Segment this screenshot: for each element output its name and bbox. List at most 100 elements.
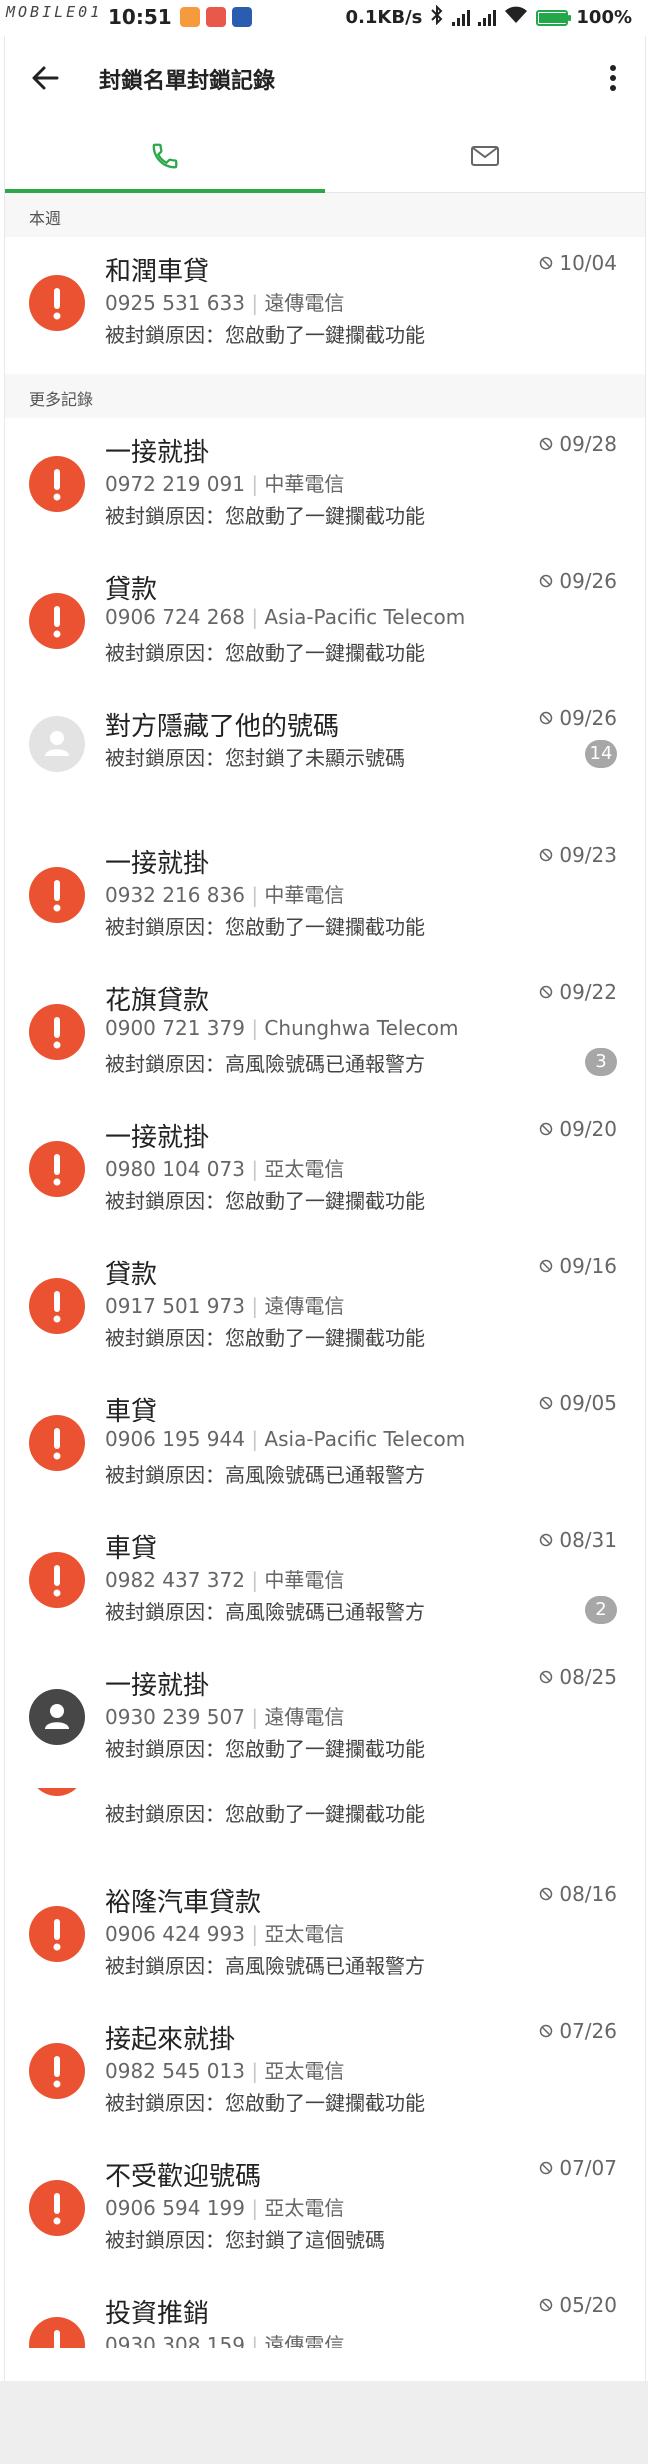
blocked-call-item[interactable]: 花旗貸款 0900 721 379 | Chunghwa Telecom 被封鎖原因… [5, 966, 645, 1103]
tab-bar [5, 120, 645, 193]
block-icon [540, 437, 553, 451]
watermark-text: MOBILE01 [6, 3, 103, 21]
carrier-name: 遠傳電信 [264, 2333, 345, 2348]
block-reason: 被封鎖原因：您啟動了一鍵攔截功能 [105, 504, 425, 528]
date-text: 09/20 [559, 1117, 617, 1141]
clock: 10:51 [108, 5, 172, 29]
blocked-log-list[interactable]: 本週 和潤車貸 0925 531 633 | 遠傳電信 被封鎖原因：您啟動了一鍵攔截… [5, 193, 645, 2348]
phone-number-line: 0906 195 944 | Asia-Pacific Telecom [105, 1427, 465, 1451]
date-text: 09/28 [559, 432, 617, 456]
block-date: 09/20 [539, 1117, 617, 1141]
carrier-name: 遠傳電信 [264, 1294, 345, 1318]
block-reason: 被封鎖原因：高風險號碼已通報警方 [105, 1600, 425, 1624]
block-reason: 被封鎖原因：高風險號碼已通報警方 [105, 1463, 425, 1487]
block-icon [540, 574, 553, 588]
more-options-button[interactable] [593, 58, 633, 98]
phone-number-line: 0982 545 013 | 亞太電信 [105, 2055, 344, 2084]
warning-icon [29, 1788, 85, 1796]
contact-name: 接起來就掛 [105, 2025, 236, 2055]
warning-icon [29, 1004, 85, 1060]
block-icon [540, 848, 553, 862]
blocked-call-item[interactable]: 貸款 0917 501 973 | 遠傳電信 被封鎖原因：您啟動了一鍵攔截功能 09/… [5, 1240, 645, 1377]
phone-number-line: 0917 501 973 | 遠傳電信 [105, 1290, 344, 1319]
separator: | [244, 883, 265, 907]
contact-name: 貸款 [105, 575, 158, 605]
contact-name: 和潤車貸 [105, 257, 210, 287]
phone-number-line: 0930 308 159 | 遠傳電信 [105, 2329, 344, 2348]
count-badge: 2 [585, 1596, 617, 1624]
battery-percent: 100% [576, 7, 632, 28]
app-window: 封鎖名單封鎖記錄 本週 和潤車貸 0925 531 633 | 遠傳電信 被封鎖原因… [4, 36, 646, 2381]
page-title: 封鎖名單封鎖記錄 [99, 69, 276, 94]
contact-name: 對方隱藏了他的號碼 [105, 712, 340, 742]
phone-number: 0917 501 973 [105, 1294, 245, 1318]
tab-calls[interactable] [5, 120, 325, 193]
contact-name: 車貸 [105, 1534, 158, 1564]
carrier-name: Asia-Pacific Telecom [264, 605, 466, 629]
list-item-partial[interactable]: 被封鎖原因：您啟動了一鍵攔截功能 [5, 1788, 645, 1868]
phone-number: 0906 594 199 [105, 2196, 245, 2220]
block-date: 09/28 [539, 432, 617, 456]
warning-icon [29, 275, 85, 331]
block-reason: 被封鎖原因：您啟動了一鍵攔截功能 [105, 1326, 425, 1350]
phone-number: 0982 437 372 [105, 1568, 245, 1592]
warning-icon [29, 593, 85, 649]
phone-number: 0906 195 944 [105, 1427, 245, 1451]
phone-number: 0906 724 268 [105, 605, 245, 629]
back-button[interactable] [25, 58, 65, 98]
blocked-call-item[interactable]: 裕隆汽車貸款 0906 424 993 | 亞太電信 被封鎖原因：高風險號碼已通報警… [5, 1868, 645, 2005]
tab-messages[interactable] [325, 120, 645, 192]
blocked-call-item[interactable]: 貸款 0906 724 268 | Asia-Pacific Telecom 被封鎖… [5, 555, 645, 692]
carrier-name: 中華電信 [264, 472, 345, 496]
date-text: 09/23 [559, 843, 617, 867]
phone-number: 0930 239 507 [105, 1705, 245, 1729]
contact-name: 裕隆汽車貸款 [105, 1888, 262, 1918]
phone-number: 0906 424 993 [105, 1922, 245, 1946]
blocked-call-item[interactable]: 一接就掛 0930 239 507 | 遠傳電信 被封鎖原因：您啟動了一鍵攔截功能 0… [5, 1651, 645, 1788]
blocked-call-item[interactable]: 一接就掛 0972 219 091 | 中華電信 被封鎖原因：您啟動了一鍵攔截功能 0… [5, 418, 645, 555]
block-date: 07/07 [539, 2156, 617, 2180]
arrow-left-icon [32, 66, 59, 90]
network-speed: 0.1KB/s [345, 7, 423, 28]
phone-number-line: 0980 104 073 | 亞太電信 [105, 1153, 344, 1182]
separator: | [244, 2333, 265, 2348]
block-reason: 被封鎖原因：您啟動了一鍵攔截功能 [105, 323, 425, 347]
phone-number-line: 0906 424 993 | 亞太電信 [105, 1918, 344, 1947]
blocked-call-item[interactable]: 對方隱藏了他的號碼 被封鎖原因：您封鎖了未顯示號碼 09/26 14 [5, 692, 645, 829]
warning-icon [29, 867, 85, 923]
blocked-call-item[interactable]: 車貸 0982 437 372 | 中華電信 被封鎖原因：高風險號碼已通報警方 08/… [5, 1514, 645, 1651]
block-icon [540, 985, 553, 999]
blocked-call-item[interactable]: 不受歡迎號碼 0906 594 199 | 亞太電信 被封鎖原因：您封鎖了這個號碼 0… [5, 2142, 645, 2279]
block-icon [540, 1122, 553, 1136]
blocked-call-item[interactable]: 一接就掛 0932 216 836 | 中華電信 被封鎖原因：您啟動了一鍵攔截功能 0… [5, 829, 645, 966]
block-reason: 被封鎖原因：您啟動了一鍵攔截功能 [105, 915, 425, 939]
contact-name: 一接就掛 [105, 1123, 210, 1153]
contact-name: 花旗貸款 [105, 986, 210, 1016]
contact-name: 不受歡迎號碼 [105, 2162, 262, 2192]
block-reason: 被封鎖原因：您啟動了一鍵攔截功能 [105, 1802, 425, 1826]
battery-icon [536, 9, 572, 26]
blocked-call-item[interactable]: 一接就掛 0980 104 073 | 亞太電信 被封鎖原因：您啟動了一鍵攔截功能 0… [5, 1103, 645, 1240]
date-text: 09/26 [559, 706, 617, 730]
separator: | [244, 2196, 265, 2220]
carrier-name: Chunghwa Telecom [264, 1016, 459, 1040]
blocked-call-item[interactable]: 接起來就掛 0982 545 013 | 亞太電信 被封鎖原因：您啟動了一鍵攔截功能… [5, 2005, 645, 2142]
carrier-name: 亞太電信 [264, 1922, 345, 1946]
more-vertical-icon [610, 65, 616, 91]
phone-number-line: 0932 216 836 | 中華電信 [105, 879, 344, 908]
signal-icon [478, 9, 497, 26]
block-icon [540, 1670, 553, 1684]
warning-icon [29, 2317, 85, 2348]
contact-name: 車貸 [105, 1397, 158, 1427]
block-icon [540, 256, 553, 270]
date-text: 10/04 [559, 251, 617, 275]
blocked-call-item[interactable]: 車貸 0906 195 944 | Asia-Pacific Telecom 被封鎖… [5, 1377, 645, 1514]
phone-number-line: 0972 219 091 | 中華電信 [105, 468, 344, 497]
bluetooth-icon [430, 4, 444, 30]
blocked-call-item[interactable]: 和潤車貸 0925 531 633 | 遠傳電信 被封鎖原因：您啟動了一鍵攔截功能 1… [5, 237, 645, 374]
date-text: 09/05 [559, 1391, 617, 1415]
blocked-call-item[interactable]: 投資推銷 0930 308 159 | 遠傳電信 05/20 [5, 2279, 645, 2348]
warning-icon [29, 1141, 85, 1197]
phone-number-line: 0900 721 379 | Chunghwa Telecom [105, 1016, 458, 1040]
phone-number: 0980 104 073 [105, 1157, 245, 1181]
